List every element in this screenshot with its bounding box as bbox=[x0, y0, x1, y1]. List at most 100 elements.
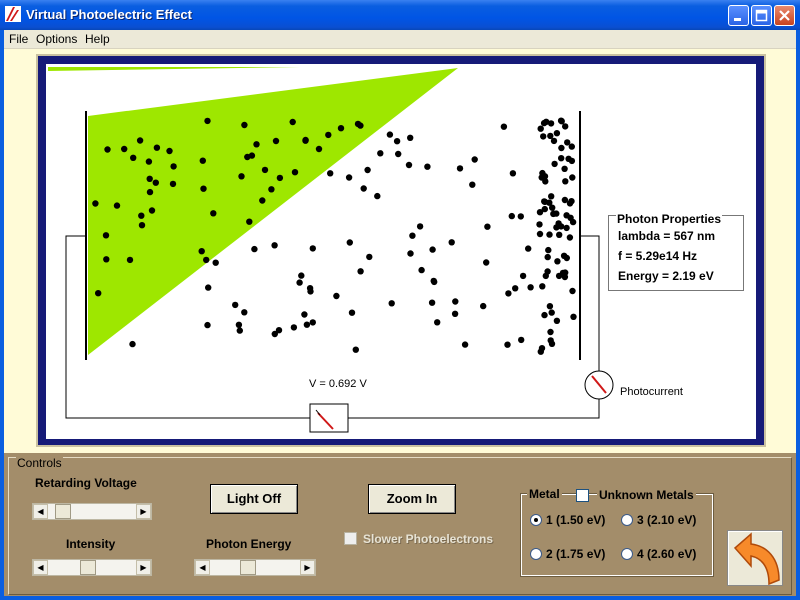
metal-option-1[interactable]: 1 (1.50 eV) bbox=[546, 513, 605, 527]
photoelectron bbox=[352, 346, 359, 353]
photoelectron bbox=[236, 327, 243, 334]
photoelectron bbox=[95, 290, 102, 297]
photon-energy-slider[interactable]: ◀ ▶ bbox=[194, 559, 316, 576]
photoelectron bbox=[212, 259, 219, 266]
slider-thumb[interactable] bbox=[55, 504, 72, 519]
photon-energy: Energy = 2.19 eV bbox=[618, 269, 714, 283]
photoelectron bbox=[246, 218, 253, 225]
zoom-in-button[interactable]: Zoom In bbox=[368, 484, 456, 514]
metal-radio-2[interactable] bbox=[530, 548, 542, 560]
photoelectron bbox=[471, 156, 478, 163]
photoelectron bbox=[546, 199, 553, 206]
photoelectron bbox=[541, 311, 548, 319]
photoelectron bbox=[315, 145, 323, 153]
photoelectron bbox=[548, 309, 555, 316]
photoelectron bbox=[298, 272, 305, 279]
photoelectron bbox=[547, 337, 554, 344]
photoelectron bbox=[388, 300, 395, 307]
photoelectron bbox=[146, 175, 153, 182]
photoelectron bbox=[204, 117, 211, 125]
scroll-left-icon[interactable]: ◀ bbox=[33, 560, 48, 575]
metal-radio-4[interactable] bbox=[621, 548, 633, 560]
unknown-metals-label: Unknown Metals bbox=[597, 488, 696, 502]
photoelectron bbox=[509, 170, 517, 177]
photoelectron bbox=[309, 319, 316, 326]
slider-thumb[interactable] bbox=[80, 560, 97, 575]
photoelectron bbox=[504, 341, 511, 348]
photoelectron bbox=[561, 165, 568, 172]
metal-option-4[interactable]: 4 (2.60 eV) bbox=[637, 547, 696, 561]
photoelectron bbox=[393, 138, 401, 145]
photoelectron bbox=[126, 256, 134, 264]
photoelectron bbox=[129, 340, 136, 348]
photoelectron bbox=[547, 132, 554, 140]
photoelectron bbox=[253, 141, 260, 148]
photoelectron bbox=[166, 147, 173, 155]
scroll-left-icon[interactable]: ◀ bbox=[195, 560, 210, 575]
slider-thumb[interactable] bbox=[239, 560, 256, 575]
photoelectron bbox=[198, 248, 205, 255]
light-off-button[interactable]: Light Off bbox=[210, 484, 298, 514]
photoelectron bbox=[536, 221, 543, 228]
photoelectron bbox=[364, 166, 371, 174]
unknown-metals-checkbox[interactable] bbox=[576, 489, 589, 502]
photoelectron bbox=[564, 139, 571, 146]
photon-wavelength: lambda = 567 nm bbox=[618, 229, 716, 243]
photoelectron bbox=[238, 173, 245, 180]
photoelectron bbox=[405, 161, 413, 169]
photoelectron bbox=[241, 309, 248, 316]
photoelectron bbox=[272, 137, 280, 145]
photoelectron bbox=[562, 178, 569, 185]
photoelectron bbox=[484, 223, 491, 230]
photoelectron bbox=[569, 218, 577, 226]
intensity-label: Intensity bbox=[66, 537, 116, 551]
photoelectron bbox=[259, 197, 266, 204]
photoelectron bbox=[537, 125, 544, 132]
scroll-right-icon[interactable]: ▶ bbox=[136, 560, 151, 575]
metal-option-2[interactable]: 2 (1.75 eV) bbox=[546, 547, 605, 561]
photoelectron bbox=[451, 310, 459, 317]
retarding-voltage-slider[interactable]: ◀ ▶ bbox=[32, 503, 152, 520]
photoelectron bbox=[418, 266, 425, 274]
scroll-right-icon[interactable]: ▶ bbox=[300, 560, 315, 575]
photoelectron bbox=[345, 174, 353, 181]
photoelectron bbox=[544, 268, 551, 275]
photoelectron bbox=[360, 185, 367, 192]
photoelectron bbox=[434, 319, 441, 326]
photoelectron bbox=[430, 277, 437, 285]
slower-photoelectrons-label: Slower Photoelectrons bbox=[363, 532, 494, 546]
photoelectron bbox=[565, 155, 572, 162]
scroll-right-icon[interactable]: ▶ bbox=[136, 504, 151, 519]
photoelectron bbox=[547, 328, 554, 336]
photoelectron bbox=[103, 256, 110, 263]
circuit-wire bbox=[580, 235, 600, 371]
intensity-slider[interactable]: ◀ ▶ bbox=[32, 559, 152, 576]
photoelectron bbox=[148, 207, 156, 214]
photoelectron bbox=[203, 256, 210, 264]
photon-frequency: f = 5.29e14 Hz bbox=[618, 249, 698, 263]
photoelectron bbox=[456, 165, 464, 172]
metal-radio-3[interactable] bbox=[621, 514, 633, 526]
photoelectron bbox=[325, 131, 332, 139]
photoelectron bbox=[377, 150, 384, 157]
photoelectron bbox=[469, 181, 476, 188]
photoelectron bbox=[104, 146, 111, 153]
photoelectron bbox=[518, 336, 525, 344]
photoelectron bbox=[538, 345, 546, 352]
photoelectron bbox=[540, 133, 547, 140]
photoelectron bbox=[357, 268, 364, 275]
metal-radio-1[interactable] bbox=[530, 514, 542, 526]
metal-option-3[interactable]: 3 (2.10 eV) bbox=[637, 513, 696, 527]
photoelectron bbox=[461, 341, 469, 348]
photoelectron bbox=[261, 166, 269, 174]
photoelectron bbox=[276, 174, 284, 182]
metal-title: Metal bbox=[527, 487, 562, 501]
scroll-left-icon[interactable]: ◀ bbox=[33, 504, 48, 519]
photoelectron bbox=[429, 246, 436, 253]
photoelectron bbox=[563, 254, 570, 262]
back-button[interactable] bbox=[727, 530, 783, 586]
slower-photoelectrons-checkbox[interactable] bbox=[344, 532, 357, 545]
photoelectron bbox=[306, 285, 314, 292]
photoelectron bbox=[428, 299, 436, 306]
photoelectron bbox=[337, 125, 345, 132]
